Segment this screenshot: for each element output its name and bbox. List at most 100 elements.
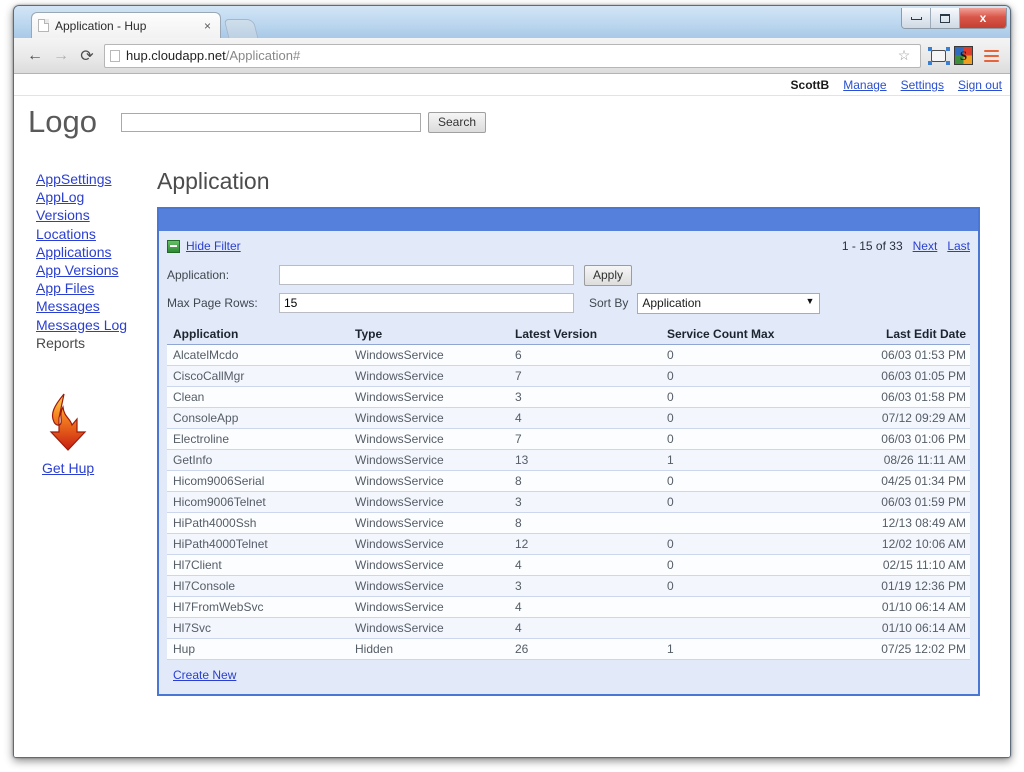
cell-service-count-max: 0 xyxy=(667,366,833,387)
sidebar-item-messages-log[interactable]: Messages Log xyxy=(36,316,145,334)
cell-type: WindowsService xyxy=(355,492,515,513)
sort-by-wrapper: Application xyxy=(628,293,820,314)
cell-type: Hidden xyxy=(355,639,515,660)
window-controls: x xyxy=(901,8,1007,29)
search-button[interactable]: Search xyxy=(428,112,486,133)
site-logo[interactable]: Logo xyxy=(28,104,97,140)
application-table: Application Type Latest Version Service … xyxy=(167,325,970,660)
col-header-application[interactable]: Application xyxy=(167,325,355,345)
sidebar-item-locations[interactable]: Locations xyxy=(36,225,145,243)
table-row[interactable]: Hicom9006TelnetWindowsService3006/03 01:… xyxy=(167,492,970,513)
table-row[interactable]: Hl7ClientWindowsService4002/15 11:10 AM xyxy=(167,555,970,576)
apply-button[interactable]: Apply xyxy=(584,265,632,286)
sidebar-item-appsettings[interactable]: AppSettings xyxy=(36,170,145,188)
table-row[interactable]: GetInfoWindowsService13108/26 11:11 AM xyxy=(167,450,970,471)
max-page-rows-input[interactable] xyxy=(279,293,574,313)
minimize-icon xyxy=(911,17,922,20)
sidebar-item-applications[interactable]: Applications xyxy=(36,243,145,261)
sidebar-item-app-files[interactable]: App Files xyxy=(36,279,145,297)
hide-filter-link[interactable]: Hide Filter xyxy=(186,239,241,253)
cell-latest-version: 13 xyxy=(515,450,667,471)
get-hup-label[interactable]: Get Hup xyxy=(42,459,145,477)
table-row[interactable]: CiscoCallMgrWindowsService7006/03 01:05 … xyxy=(167,366,970,387)
table-row[interactable]: ElectrolineWindowsService7006/03 01:06 P… xyxy=(167,429,970,450)
cell-last-edit-date: 04/25 01:34 PM xyxy=(833,471,970,492)
table-row[interactable]: Hl7SvcWindowsService401/10 06:14 AM xyxy=(167,618,970,639)
maximize-icon xyxy=(940,14,950,23)
browser-menu-icon[interactable] xyxy=(980,50,1002,62)
cell-service-count-max: 1 xyxy=(667,450,833,471)
table-row[interactable]: HiPath4000SshWindowsService812/13 08:49 … xyxy=(167,513,970,534)
table-row[interactable]: Hl7FromWebSvcWindowsService401/10 06:14 … xyxy=(167,597,970,618)
cell-latest-version: 3 xyxy=(515,576,667,597)
tab-title: Application - Hup xyxy=(55,19,201,33)
tab-close-icon[interactable]: × xyxy=(201,19,214,33)
col-header-service-count-max[interactable]: Service Count Max xyxy=(667,325,833,345)
col-header-type[interactable]: Type xyxy=(355,325,515,345)
get-hup-block[interactable]: Get Hup xyxy=(36,392,145,477)
cell-last-edit-date: 07/12 09:29 AM xyxy=(833,408,970,429)
table-body: AlcatelMcdoWindowsService6006/03 01:53 P… xyxy=(167,345,970,660)
settings-link[interactable]: Settings xyxy=(901,78,944,92)
sidebar-item-messages[interactable]: Messages xyxy=(36,297,145,315)
table-row[interactable]: ConsoleAppWindowsService4007/12 09:29 AM xyxy=(167,408,970,429)
cell-latest-version: 4 xyxy=(515,618,667,639)
url-host: hup.cloudapp.net xyxy=(126,48,226,63)
sign-out-link[interactable]: Sign out xyxy=(958,78,1002,92)
search-input[interactable] xyxy=(121,113,421,132)
sidebar-item-applog[interactable]: AppLog xyxy=(36,188,145,206)
table-row[interactable]: CleanWindowsService3006/03 01:58 PM xyxy=(167,387,970,408)
desktop-background: Application - Hup × x ← → ⟳ xyxy=(0,0,1024,772)
forward-icon[interactable]: → xyxy=(48,43,74,69)
window-maximize-button[interactable] xyxy=(931,8,960,28)
cell-latest-version: 3 xyxy=(515,492,667,513)
manage-link[interactable]: Manage xyxy=(843,78,886,92)
tab-favicon-icon xyxy=(38,19,49,32)
cell-latest-version: 4 xyxy=(515,597,667,618)
green-minus-icon[interactable] xyxy=(167,240,180,253)
cell-application: HiPath4000Telnet xyxy=(167,534,355,555)
cell-last-edit-date: 12/13 08:49 AM xyxy=(833,513,970,534)
site-header: Logo Search xyxy=(14,96,1010,148)
pager-next-link[interactable]: Next xyxy=(913,239,938,253)
cell-service-count-max: 0 xyxy=(667,492,833,513)
window-minimize-button[interactable] xyxy=(902,8,931,28)
sidebar-item-app-versions[interactable]: App Versions xyxy=(36,261,145,279)
window-close-button[interactable]: x xyxy=(960,8,1006,28)
cell-service-count-max: 0 xyxy=(667,534,833,555)
hide-filter-control[interactable]: Hide Filter xyxy=(167,239,241,253)
max-page-rows-label: Max Page Rows: xyxy=(167,296,279,310)
back-icon[interactable]: ← xyxy=(22,43,48,69)
cell-latest-version: 12 xyxy=(515,534,667,555)
col-header-latest-version[interactable]: Latest Version xyxy=(515,325,667,345)
table-row[interactable]: HupHidden26107/25 12:02 PM xyxy=(167,639,970,660)
cell-last-edit-date: 06/03 01:59 PM xyxy=(833,492,970,513)
pager-last-link[interactable]: Last xyxy=(947,239,970,253)
extension-s-icon[interactable]: S xyxy=(954,46,973,65)
screen-capture-icon[interactable] xyxy=(927,44,951,68)
cell-type: WindowsService xyxy=(355,555,515,576)
cell-service-count-max xyxy=(667,513,833,534)
bookmark-star-icon[interactable]: ☆ xyxy=(893,45,915,67)
create-new-link[interactable]: Create New xyxy=(173,668,236,682)
cell-application: HiPath4000Ssh xyxy=(167,513,355,534)
application-filter-input[interactable] xyxy=(279,265,574,285)
cell-type: WindowsService xyxy=(355,450,515,471)
browser-tab[interactable]: Application - Hup × xyxy=(31,12,221,38)
address-bar[interactable]: hup.cloudapp.net/Application# ☆ xyxy=(104,44,921,68)
table-row[interactable]: Hl7ConsoleWindowsService3001/19 12:36 PM xyxy=(167,576,970,597)
table-row[interactable]: HiPath4000TelnetWindowsService12012/02 1… xyxy=(167,534,970,555)
table-row[interactable]: AlcatelMcdoWindowsService6006/03 01:53 P… xyxy=(167,345,970,366)
pager-range-label: 1 - 15 of 33 xyxy=(842,239,903,253)
col-header-last-edit-date[interactable]: Last Edit Date xyxy=(833,325,970,345)
reload-icon[interactable]: ⟳ xyxy=(74,43,100,69)
browser-window: Application - Hup × x ← → ⟳ xyxy=(13,5,1011,758)
table-row[interactable]: Hicom9006SerialWindowsService8004/25 01:… xyxy=(167,471,970,492)
new-tab-button[interactable] xyxy=(224,19,259,38)
sidebar-item-versions[interactable]: Versions xyxy=(36,206,145,224)
account-bar: ScottB Manage Settings Sign out xyxy=(14,74,1010,96)
application-grid-panel: Hide Filter 1 - 15 of 33 Next Last Appli… xyxy=(157,207,980,696)
cell-latest-version: 4 xyxy=(515,555,667,576)
cell-application: Hup xyxy=(167,639,355,660)
sort-by-select[interactable]: Application xyxy=(637,293,820,314)
